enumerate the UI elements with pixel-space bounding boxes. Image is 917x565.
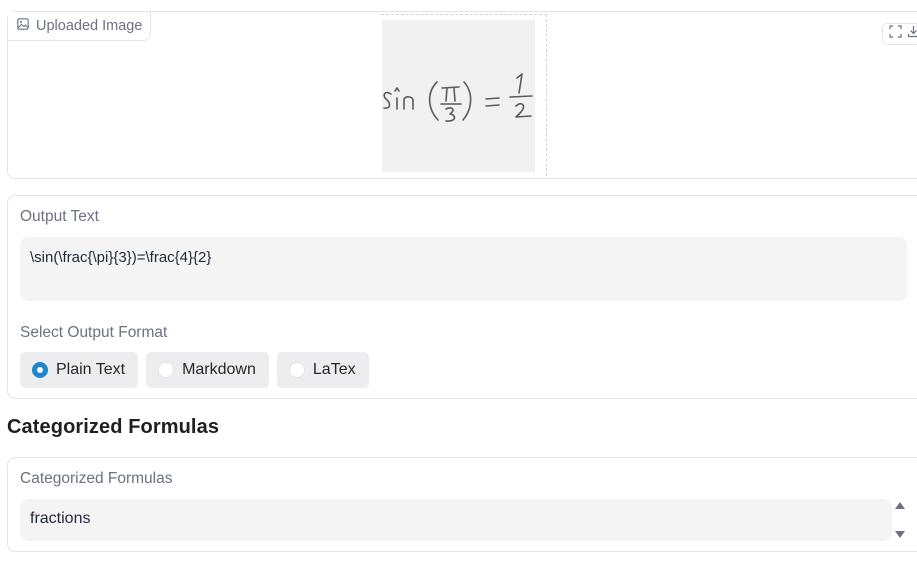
radio-unselected-icon[interactable]: [158, 362, 175, 378]
image-icon: [17, 18, 29, 34]
radio-unselected-icon[interactable]: [288, 362, 305, 378]
output-format-label: Select Output Format: [20, 324, 168, 341]
scroll-up-icon[interactable]: [895, 502, 905, 509]
uploaded-image-block: Uploaded Image: [7, 11, 917, 179]
output-text-field[interactable]: \sin(\frac{\pi}{3})=\frac{4}{2}: [20, 237, 907, 301]
format-option-markdown[interactable]: Markdown: [146, 352, 269, 388]
uploaded-image-label: Uploaded Image: [8, 12, 152, 41]
categorized-formulas-heading: Categorized Formulas: [7, 416, 220, 438]
output-panel: Output Text \sin(\frac{\pi}{3})=\frac{4}…: [7, 195, 917, 399]
uploaded-image-label-text: Uploaded Image: [36, 18, 143, 34]
format-option-label: LaTex: [312, 361, 356, 378]
output-format-radio-group: Plain Text Markdown LaTex: [20, 352, 369, 388]
download-icon[interactable]: [907, 25, 917, 43]
handwritten-formula-image: [382, 20, 535, 172]
scroll-down-icon[interactable]: [895, 531, 905, 538]
format-option-plain-text[interactable]: Plain Text: [20, 352, 139, 388]
format-option-label: Plain Text: [56, 361, 126, 378]
fullscreen-icon[interactable]: [888, 25, 902, 43]
output-text-label: Output Text: [20, 208, 99, 225]
image-toolbar: [882, 23, 917, 45]
format-option-latex[interactable]: LaTex: [276, 352, 369, 388]
categorized-formulas-panel: Categorized Formulas fractions: [7, 457, 917, 552]
categorized-formulas-field[interactable]: fractions: [20, 499, 892, 541]
image-preview[interactable]: [381, 14, 547, 176]
scrollbar[interactable]: [893, 499, 907, 541]
radio-selected-icon[interactable]: [32, 362, 48, 378]
categorized-formulas-label: Categorized Formulas: [20, 470, 173, 487]
format-option-label: Markdown: [182, 361, 256, 378]
